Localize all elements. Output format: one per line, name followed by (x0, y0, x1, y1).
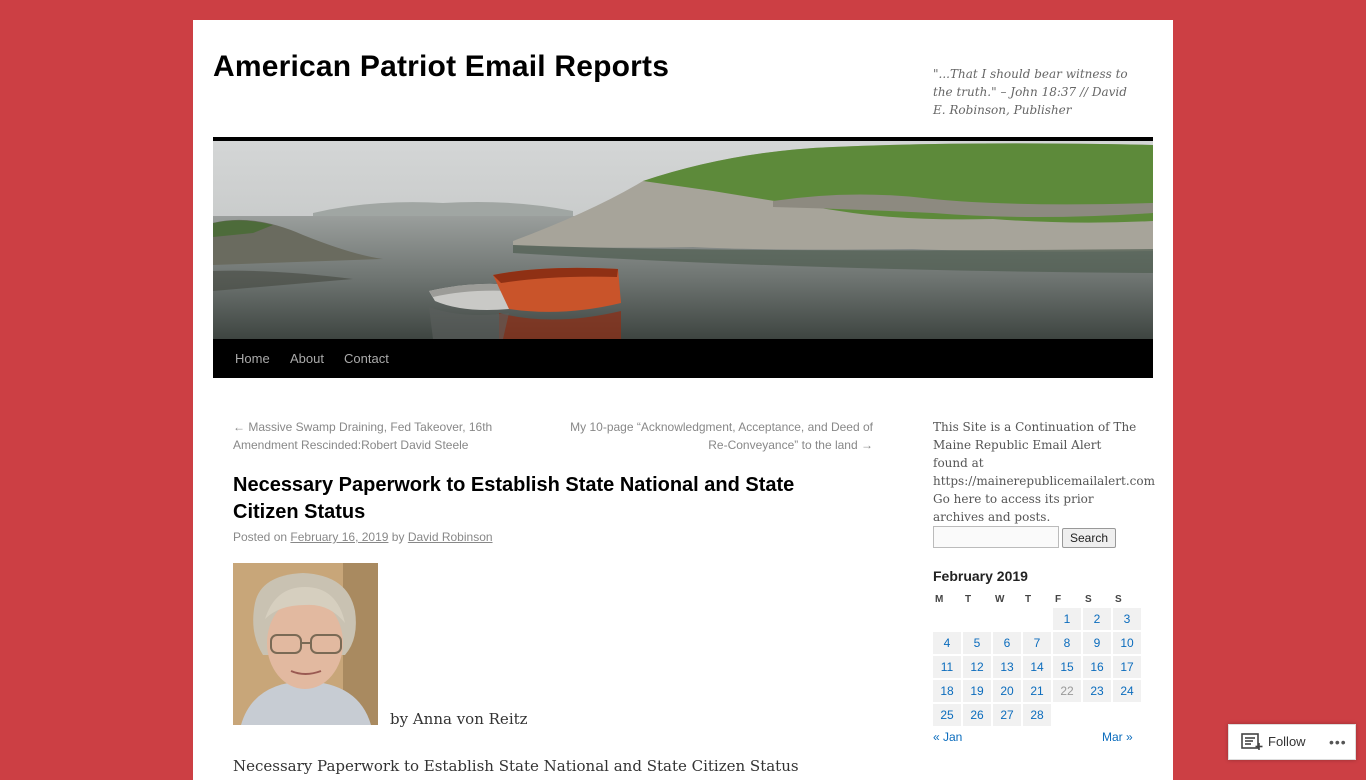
calendar-day[interactable]: 14 (1023, 656, 1051, 678)
post-byline: by Anna von Reitz (390, 710, 528, 728)
calendar-day[interactable]: 2 (1083, 608, 1111, 630)
follow-button[interactable]: Follow ••• (1228, 724, 1356, 760)
calendar-next-month[interactable]: Mar » (1102, 730, 1133, 744)
calendar-empty-cell (1083, 704, 1111, 726)
search-button[interactable]: Search (1062, 528, 1116, 548)
calendar-day[interactable]: 17 (1113, 656, 1141, 678)
calendar-day[interactable]: 26 (963, 704, 991, 726)
post-meta: Posted on February 16, 2019 by David Rob… (233, 530, 493, 544)
post-title[interactable]: Necessary Paperwork to Establish State N… (233, 472, 853, 526)
calendar-weekday: T (1025, 593, 1032, 605)
nav-item-home[interactable]: Home (235, 339, 270, 378)
calendar-day[interactable]: 3 (1113, 608, 1141, 630)
calendar: M T W T F S S 1 2 3 4 5 6 7 8 9 10 11 12 13 14 15 16 17 1… (931, 590, 1143, 728)
calendar-empty-cell (1053, 704, 1081, 726)
calendar-caption: February 2019 (933, 568, 1028, 584)
calendar-day[interactable]: 18 (933, 680, 961, 702)
by-label: by (391, 530, 405, 544)
calendar-day[interactable]: 10 (1113, 632, 1141, 654)
calendar-week: 123 (933, 608, 1141, 630)
author-photo (233, 563, 378, 725)
calendar-day[interactable]: 28 (1023, 704, 1051, 726)
calendar-day[interactable]: 4 (933, 632, 961, 654)
calendar-weekday: S (1085, 593, 1092, 605)
calendar-day[interactable]: 11 (933, 656, 961, 678)
calendar-day[interactable]: 9 (1083, 632, 1111, 654)
calendar-empty-cell (993, 608, 1021, 630)
calendar-weekday: F (1055, 593, 1062, 605)
calendar-weekday: T (965, 593, 972, 605)
calendar-day[interactable]: 13 (993, 656, 1021, 678)
next-post-link[interactable]: My 10-page “Acknowledgment, Acceptance, … (553, 418, 873, 454)
calendar-day: 22 (1053, 680, 1081, 702)
calendar-weekday: W (995, 593, 1005, 605)
follow-icon (1241, 733, 1263, 750)
calendar-empty-cell (933, 608, 961, 630)
calendar-day[interactable]: 20 (993, 680, 1021, 702)
post-date-link[interactable]: February 16, 2019 (290, 530, 388, 544)
posted-on-label: Posted on (233, 530, 288, 544)
calendar-day[interactable]: 12 (963, 656, 991, 678)
calendar-day[interactable]: 16 (1083, 656, 1111, 678)
calendar-day[interactable]: 21 (1023, 680, 1051, 702)
calendar-weekday: M (935, 593, 944, 605)
post-author-link[interactable]: David Robinson (408, 530, 493, 544)
post-first-paragraph: Necessary Paperwork to Establish State N… (233, 757, 799, 775)
nav-item-label: About (290, 351, 324, 366)
calendar-day[interactable]: 5 (963, 632, 991, 654)
calendar-day[interactable]: 8 (1053, 632, 1081, 654)
nav-item-about[interactable]: About (290, 339, 324, 378)
calendar-day[interactable]: 23 (1083, 680, 1111, 702)
previous-post-link[interactable]: ← Massive Swamp Draining, Fed Takeover, … (233, 418, 533, 454)
nav-item-contact[interactable]: Contact (344, 339, 389, 378)
calendar-day[interactable]: 27 (993, 704, 1021, 726)
calendar-week: 4 5 6 7 8 9 10 (933, 632, 1141, 654)
nav-item-label: Home (235, 351, 270, 366)
calendar-day[interactable]: 6 (993, 632, 1021, 654)
nav-item-label: Contact (344, 351, 389, 366)
header-image (213, 141, 1153, 339)
calendar-day[interactable]: 7 (1023, 632, 1051, 654)
calendar-prev-month[interactable]: « Jan (933, 730, 962, 744)
sidebar-intro-text: This Site is a Continuation of The Maine… (933, 420, 1155, 524)
calendar-empty-cell (963, 608, 991, 630)
more-options-icon[interactable]: ••• (1329, 734, 1347, 750)
calendar-day[interactable]: 19 (963, 680, 991, 702)
calendar-day[interactable]: 24 (1113, 680, 1141, 702)
calendar-day[interactable]: 25 (933, 704, 961, 726)
calendar-empty-cell (1113, 704, 1141, 726)
calendar-day[interactable]: 1 (1053, 608, 1081, 630)
page-wrapper: American Patriot Email Reports "...That … (193, 20, 1173, 780)
calendar-week: 11 12 13 14 15 16 17 (933, 656, 1141, 678)
main-navigation: Home About Contact (213, 339, 1153, 378)
calendar-empty-cell (1023, 608, 1051, 630)
site-title[interactable]: American Patriot Email Reports (213, 50, 669, 84)
calendar-week: 25 26 27 28 (933, 704, 1141, 726)
calendar-weekday: S (1115, 593, 1122, 605)
search-input[interactable] (933, 526, 1059, 548)
follow-label: Follow (1268, 734, 1306, 749)
site-description: "...That I should bear witness to the tr… (933, 67, 1128, 117)
calendar-day[interactable]: 15 (1053, 656, 1081, 678)
calendar-week: 18 19 20 21 22 23 24 (933, 680, 1141, 702)
